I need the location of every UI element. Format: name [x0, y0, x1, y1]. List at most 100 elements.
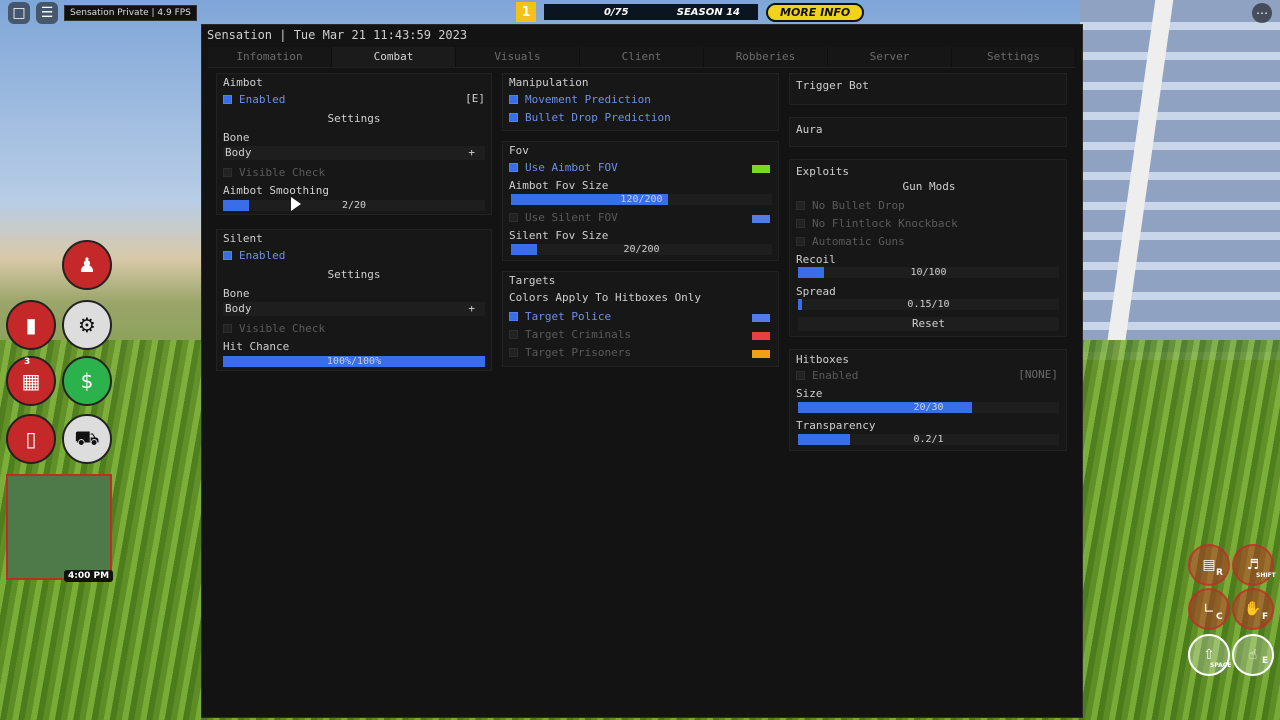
season-progress-bar: 0/75 SEASON 14 [544, 4, 758, 20]
hitboxes-keybind[interactable]: [NONE] [1018, 368, 1058, 381]
use-aimbot-fov-label: Use Aimbot FOV [525, 160, 618, 174]
automatic-guns-toggle[interactable]: Automatic Guns [796, 234, 905, 248]
target-criminals-toggle[interactable]: Target Criminals [509, 327, 631, 341]
aura-title: Aura [796, 123, 823, 136]
aimbot-keybind[interactable]: [E] [465, 92, 485, 105]
hitboxes-enabled-label: Enabled [812, 368, 859, 382]
no-bullet-drop-checkbox[interactable] [796, 200, 805, 210]
tab-infomation[interactable]: Infomation [208, 47, 332, 67]
no-flintlock-knockback-toggle[interactable]: No Flintlock Knockback [796, 216, 958, 230]
silent-fov-color-swatch[interactable] [752, 215, 770, 223]
tab-robberies[interactable]: Robberies [704, 47, 828, 67]
tab-combat[interactable]: Combat [332, 47, 456, 67]
aura-section[interactable]: Aura [789, 117, 1067, 147]
hitboxes-enabled-toggle[interactable]: Enabled [796, 368, 858, 382]
reset-button[interactable]: Reset [798, 317, 1059, 331]
level-badge: 1 [516, 2, 536, 22]
aimbot-visible-check-checkbox[interactable] [223, 167, 232, 177]
hitbox-size-label: Size [796, 386, 823, 400]
aimbot-enabled-checkbox[interactable] [223, 94, 232, 104]
silent-bone-dropdown[interactable]: Body + [223, 302, 485, 316]
manipulation-title: Manipulation [509, 76, 589, 89]
dropdown-plus-icon: + [468, 302, 475, 315]
fov-section: Fov Use Aimbot FOV Aimbot Fov Size 120/2… [502, 141, 779, 261]
team-icon[interactable]: ♟ [62, 240, 112, 290]
season-progress-text: 0/75 [604, 6, 629, 18]
more-info-button[interactable]: MORE INFO [766, 2, 865, 22]
target-prisoners-color-swatch[interactable] [752, 350, 770, 358]
inventory-icon[interactable]: ▦ [6, 356, 56, 406]
use-aimbot-fov-toggle[interactable]: Use Aimbot FOV [509, 160, 618, 174]
manipulation-section: Manipulation Movement Prediction Bullet … [502, 73, 779, 131]
aimbot-fov-size-slider[interactable]: 120/200 [511, 194, 772, 205]
vehicle-icon[interactable]: ⛟ [62, 414, 112, 464]
aimbot-smoothing-slider[interactable]: 2/20 [223, 200, 485, 211]
aimbot-visible-check-toggle[interactable]: Visible Check [223, 165, 325, 179]
movement-prediction-toggle[interactable]: Movement Prediction [509, 92, 651, 106]
background-building [1080, 0, 1280, 360]
silent-fov-size-label: Silent Fov Size [509, 228, 609, 242]
aimbot-section: Aimbot Enabled [E] Settings Bone Body + … [216, 73, 492, 215]
sprint-icon[interactable]: ♬ [1232, 544, 1274, 586]
use-silent-fov-checkbox[interactable] [509, 212, 518, 222]
jump-arrow-icon[interactable]: ⇧ [1188, 634, 1230, 676]
use-silent-fov-toggle[interactable]: Use Silent FOV [509, 210, 618, 224]
target-criminals-color-swatch[interactable] [752, 332, 770, 340]
use-aimbot-fov-checkbox[interactable] [509, 162, 518, 172]
cash-icon[interactable]: $ [62, 356, 112, 406]
no-flintlock-knockback-checkbox[interactable] [796, 218, 805, 228]
tab-client[interactable]: Client [580, 47, 704, 67]
cards-icon[interactable]: ▮ [6, 300, 56, 350]
interact-hand-icon[interactable]: ☝ [1232, 634, 1274, 676]
bullet-drop-prediction-toggle[interactable]: Bullet Drop Prediction [509, 110, 671, 124]
silent-enabled-checkbox[interactable] [223, 250, 232, 260]
settings-gear-icon[interactable]: ⚙ [62, 300, 112, 350]
hitbox-transparency-slider[interactable]: 0.2/1 [798, 434, 1059, 445]
target-police-checkbox[interactable] [509, 311, 518, 321]
target-criminals-checkbox[interactable] [509, 329, 518, 339]
aimbot-enabled-toggle[interactable]: Enabled [223, 92, 285, 106]
recoil-label: Recoil [796, 252, 836, 266]
target-police-color-swatch[interactable] [752, 314, 770, 322]
silent-settings-heading: Settings [223, 268, 485, 281]
hitboxes-title: Hitboxes [796, 353, 849, 366]
minimap[interactable] [6, 474, 112, 580]
silent-visible-check-toggle[interactable]: Visible Check [223, 321, 325, 335]
silent-visible-check-checkbox[interactable] [223, 323, 232, 333]
hitbox-transparency-value: 0.2/1 [913, 434, 944, 445]
target-prisoners-toggle[interactable]: Target Prisoners [509, 345, 631, 359]
silent-enabled-toggle[interactable]: Enabled [223, 248, 285, 262]
ellipsis-icon[interactable]: ⋯ [1252, 3, 1272, 23]
fov-title: Fov [509, 144, 529, 157]
key-r-label: R [1216, 568, 1223, 578]
trigger-bot-section[interactable]: Trigger Bot [789, 73, 1067, 105]
movement-prediction-checkbox[interactable] [509, 94, 518, 104]
aimbot-bone-label: Bone [223, 130, 250, 144]
chat-icon[interactable]: ☰ [36, 2, 58, 24]
bullet-drop-prediction-checkbox[interactable] [509, 112, 518, 122]
tab-settings[interactable]: Settings [952, 47, 1076, 67]
stats-icon[interactable]: ▯ [6, 414, 56, 464]
hitboxes-enabled-checkbox[interactable] [796, 370, 805, 380]
sensation-window[interactable]: Sensation | Tue Mar 21 11:43:59 2023 Inf… [201, 24, 1083, 718]
no-bullet-drop-toggle[interactable]: No Bullet Drop [796, 198, 905, 212]
aimbot-bone-dropdown[interactable]: Body + [223, 146, 485, 160]
punch-icon[interactable]: ✋ [1232, 588, 1274, 630]
silent-hit-chance-slider[interactable]: 100%/100% [223, 356, 485, 367]
key-f-label: F [1262, 612, 1269, 622]
roblox-menu-icon[interactable]: □ [8, 2, 30, 24]
hitbox-size-slider[interactable]: 20/30 [798, 402, 1059, 413]
silent-hit-chance-value: 100%/100% [326, 356, 382, 367]
target-prisoners-checkbox[interactable] [509, 347, 518, 357]
target-police-toggle[interactable]: Target Police [509, 309, 611, 323]
target-prisoners-label: Target Prisoners [525, 345, 631, 359]
crouch-icon[interactable]: ∟ [1188, 588, 1230, 630]
aimbot-fov-color-swatch[interactable] [752, 165, 770, 173]
recoil-slider[interactable]: 10/100 [798, 267, 1059, 278]
spread-slider[interactable]: 0.15/10 [798, 299, 1059, 310]
automatic-guns-checkbox[interactable] [796, 236, 805, 246]
action-r-icon[interactable]: ▤ [1188, 544, 1230, 586]
tab-visuals[interactable]: Visuals [456, 47, 580, 67]
tab-server[interactable]: Server [828, 47, 952, 67]
silent-fov-size-slider[interactable]: 20/200 [511, 244, 772, 255]
